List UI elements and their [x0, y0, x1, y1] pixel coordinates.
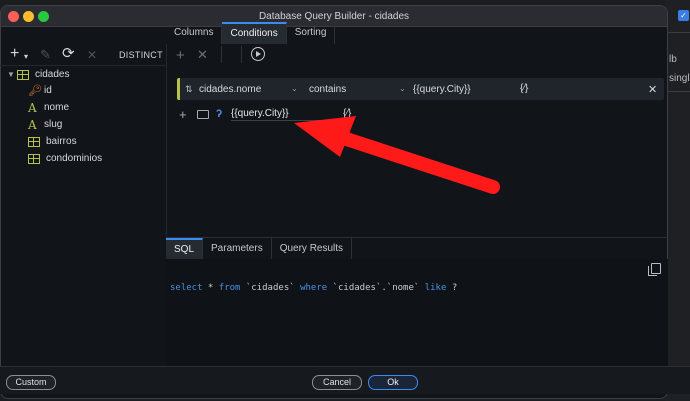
parameter-icon[interactable]: ʔ [216, 108, 222, 120]
close-icon[interactable]: ✕ [648, 83, 657, 96]
tree-column-id[interactable]: 🔑︎ id [28, 83, 52, 99]
toolbar-divider [241, 46, 242, 63]
tree-column-label: nome [44, 102, 70, 113]
tree-column-label: slug [44, 119, 63, 130]
sort-handle-icon[interactable]: ⇅ [185, 84, 193, 95]
custom-button[interactable]: Custom [6, 375, 56, 390]
condition-operator-select[interactable]: contains [309, 84, 346, 95]
tree-root-cidades[interactable]: ▼ cidades [7, 67, 69, 83]
dynamic-data-picker-icon[interactable]: {⁄} [520, 83, 528, 94]
tab-columns[interactable]: Columns [166, 22, 223, 44]
condition-field-select[interactable]: cidades.nome [199, 84, 261, 95]
background-text-lb: lb [669, 54, 677, 65]
sql-panel [166, 259, 668, 366]
key-icon: 🔑︎ [28, 85, 42, 97]
checkbox-checked-icon[interactable]: ✓ [678, 10, 689, 21]
edit-pencil-icon[interactable]: ✎ [40, 48, 51, 62]
tree-table-label: bairros [46, 136, 77, 147]
tab-conditions[interactable]: Conditions [222, 22, 287, 44]
chevron-down-icon[interactable]: ⌄ [399, 84, 406, 93]
chevron-down-icon[interactable]: ▼ [7, 67, 17, 83]
tree-root-label: cidades [35, 69, 70, 80]
background-divider [668, 91, 690, 92]
add-icon[interactable]: + [10, 46, 19, 62]
tree-column-label: id [44, 85, 52, 96]
text-field-icon: A [28, 118, 37, 132]
table-icon [28, 137, 40, 147]
add-condition-icon[interactable]: + [176, 47, 185, 64]
annotation-arrow [294, 116, 500, 194]
tab-query-results[interactable]: Query Results [272, 238, 353, 259]
background-divider [668, 32, 690, 33]
copy-icon[interactable] [648, 263, 661, 276]
bottom-tabs: SQL Parameters Query Results [166, 237, 668, 259]
tree-column-slug[interactable]: A slug [28, 117, 62, 133]
distinct-toggle[interactable]: DISTINCT [119, 50, 163, 60]
table-icon [28, 154, 40, 164]
add-icon[interactable]: + [179, 107, 187, 122]
refresh-icon[interactable]: ⟳ [62, 46, 75, 61]
tab-sql[interactable]: SQL [166, 238, 204, 259]
condition-value-input[interactable]: {{query.City}} [413, 84, 471, 95]
delete-icon[interactable]: ✕ [87, 48, 97, 62]
tree-table-condominios[interactable]: condominios [28, 151, 102, 167]
tab-sorting[interactable]: Sorting [287, 22, 336, 44]
ok-button[interactable]: Ok [368, 375, 418, 390]
folder-icon[interactable] [197, 110, 209, 119]
tree-table-label: condominios [46, 153, 103, 164]
top-tabs: Columns Conditions Sorting [166, 22, 336, 44]
sql-preview: select * from `cidades` where `cidades`.… [170, 283, 458, 293]
text-field-icon: A [28, 101, 37, 115]
tree-column-nome[interactable]: A nome [28, 100, 69, 116]
tab-parameters[interactable]: Parameters [203, 238, 272, 259]
run-query-icon[interactable] [251, 47, 265, 61]
chevron-down-icon[interactable]: ▾ [24, 50, 28, 64]
background-text-single: single [669, 73, 690, 84]
table-icon [17, 70, 29, 80]
chevron-down-icon[interactable]: ⌄ [291, 84, 298, 93]
remove-condition-icon[interactable]: ✕ [197, 47, 208, 63]
toolbar-divider [221, 46, 222, 63]
tree-table-bairros[interactable]: bairros [28, 134, 77, 150]
cancel-button[interactable]: Cancel [312, 375, 362, 390]
